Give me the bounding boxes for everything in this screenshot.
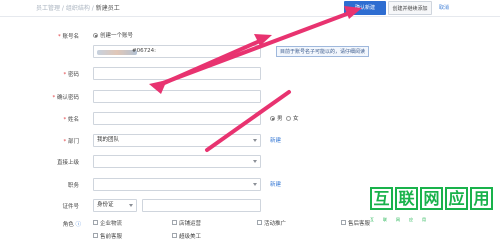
watermark-char: 互: [370, 187, 393, 210]
arrow-to-confirm-button: [153, 10, 354, 88]
arrow-head-confirm: [344, 6, 362, 19]
arrow-head-left: [149, 80, 167, 94]
watermark-char: 用: [470, 187, 493, 210]
watermark-subtitle: 互联网应用: [370, 217, 435, 222]
watermark-logo: 互 联 网 应 用 互联网应用: [370, 187, 500, 243]
arrow-to-name-field: [205, 90, 291, 152]
watermark-char: 应: [445, 187, 468, 210]
watermark-char: 网: [420, 187, 443, 210]
watermark-char: 联: [395, 187, 418, 210]
